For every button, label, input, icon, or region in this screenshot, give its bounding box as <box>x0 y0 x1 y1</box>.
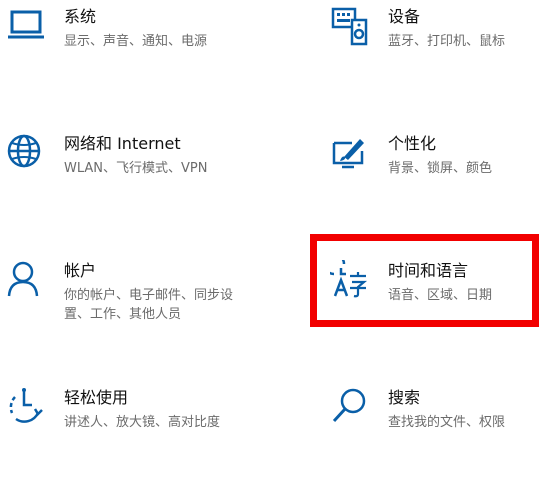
globe-icon <box>6 133 48 175</box>
tile-description: 讲述人、放大镜、高对比度 <box>64 415 221 430</box>
tile-title: 网络和 Internet <box>64 134 181 153</box>
tile-title: 帐户 <box>64 261 97 280</box>
tile-description: 你的帐户、电子邮件、同步设置、工作、其他人员 <box>64 288 234 322</box>
settings-tile-devices[interactable]: 设备 蓝牙、打印机、鼠标 <box>330 6 540 96</box>
tile-description: WLAN、飞行模式、VPN <box>64 161 208 176</box>
tile-title: 系统 <box>64 7 97 26</box>
tile-description: 显示、声音、通知、电源 <box>64 34 208 49</box>
keyboard-speaker-icon <box>330 6 372 48</box>
settings-tile-network[interactable]: 网络和 Internet WLAN、飞行模式、VPN <box>6 133 266 223</box>
tile-description: 背景、锁屏、颜色 <box>388 161 493 176</box>
settings-tile-search[interactable]: 搜索 查找我的文件、权限 <box>330 387 540 477</box>
laptop-icon <box>6 6 48 48</box>
settings-tile-personalization[interactable]: 个性化 背景、锁屏、颜色 <box>330 133 540 223</box>
person-icon <box>6 260 48 302</box>
paintbrush-monitor-icon <box>330 133 372 175</box>
tile-title: 搜索 <box>388 388 421 407</box>
settings-tile-system[interactable]: 系统 显示、声音、通知、电源 <box>6 6 266 96</box>
settings-tile-accounts[interactable]: 帐户 你的帐户、电子邮件、同步设置、工作、其他人员 <box>6 260 266 350</box>
ease-of-access-icon <box>6 387 48 429</box>
tile-title: 设备 <box>388 7 421 26</box>
tile-title: 个性化 <box>388 134 437 153</box>
tile-description: 蓝牙、打印机、鼠标 <box>388 34 506 49</box>
tile-description: 查找我的文件、权限 <box>388 415 506 429</box>
highlight-box <box>310 234 539 327</box>
tile-title: 轻松使用 <box>64 388 129 407</box>
settings-tile-ease-of-access[interactable]: 轻松使用 讲述人、放大镜、高对比度 <box>6 387 266 477</box>
search-icon <box>330 387 372 429</box>
